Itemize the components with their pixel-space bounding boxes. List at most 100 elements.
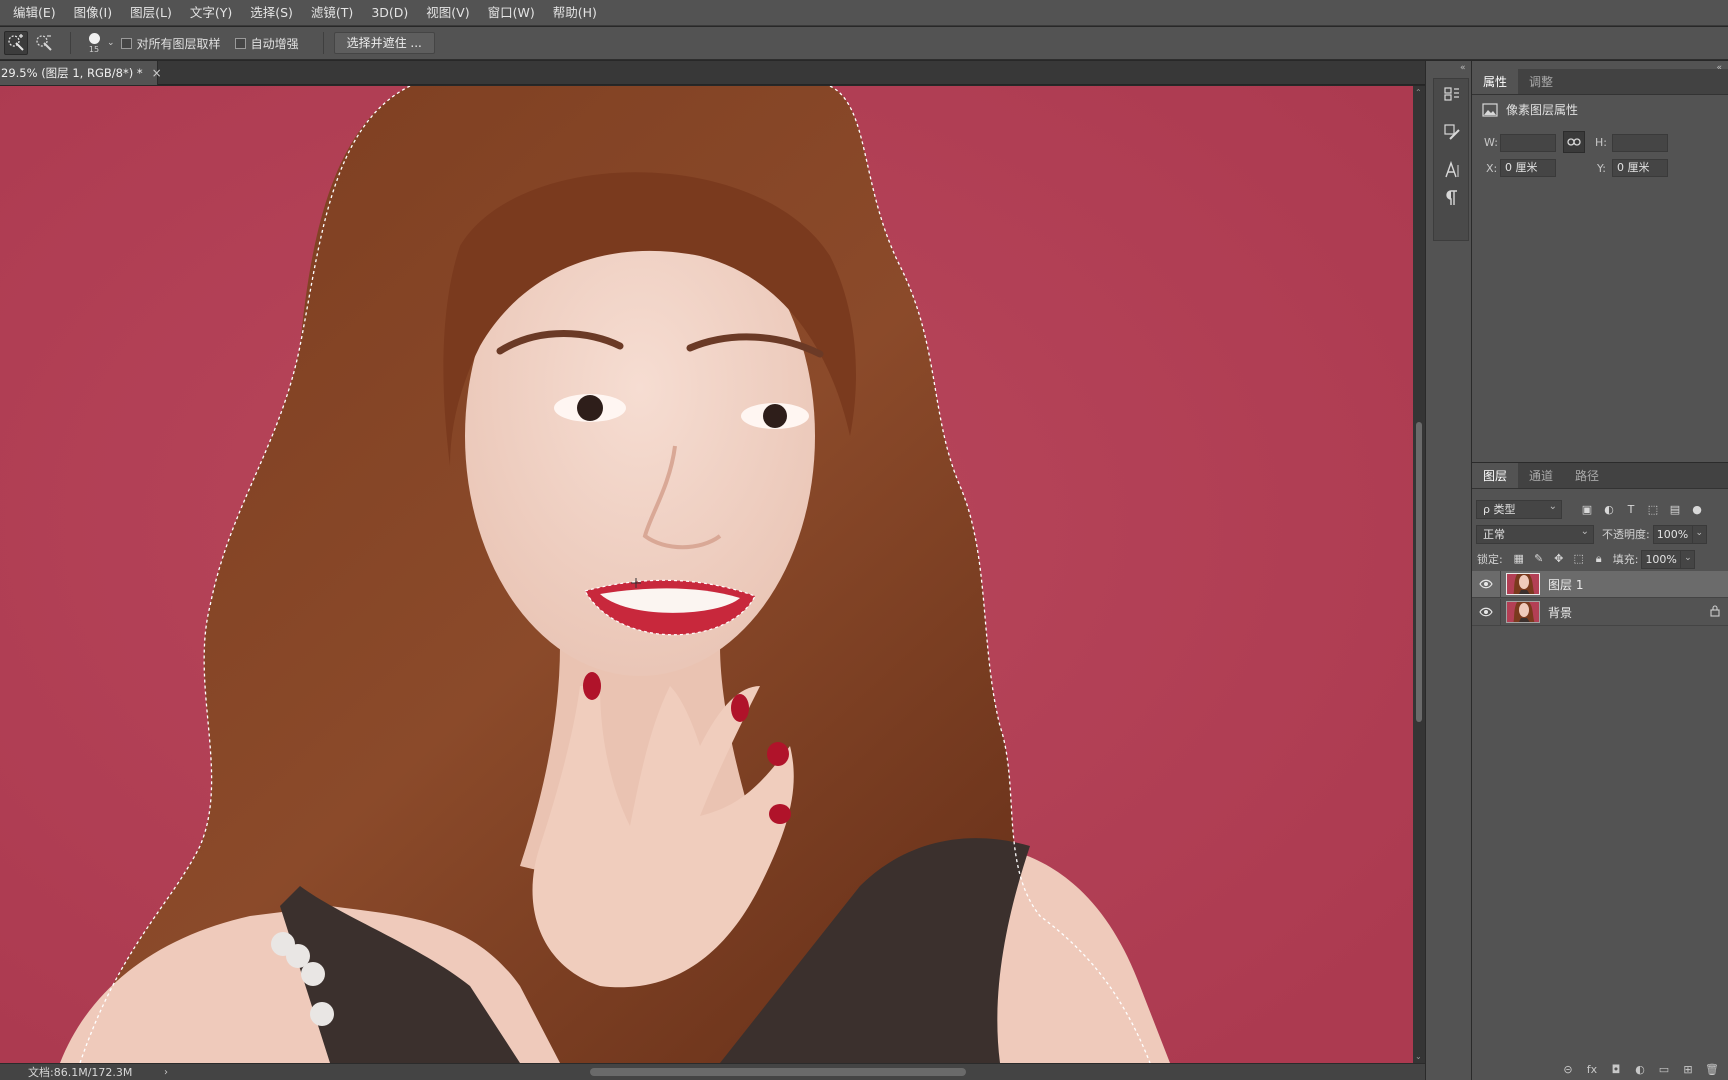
brush-size: 15 [88,44,100,54]
nail-shape [731,694,749,722]
history-icon [1444,87,1459,101]
quick-selection-subtract-button[interactable] [32,31,56,55]
height-field[interactable] [1612,134,1668,152]
horizontal-scrollbar[interactable] [180,1064,1411,1080]
tab-adjustments[interactable]: 调整 [1518,69,1564,94]
menu-3d[interactable]: 3D(D) [362,0,417,26]
sample-all-layers-option[interactable]: 对所有图层取样 [120,35,221,52]
link-layers-icon[interactable]: ⊝ [1556,1063,1580,1076]
layer-filter-icons: ▣ ◐ T ⬚ ▤ ● [1576,503,1708,516]
pearl-shape [301,962,325,986]
vertical-scroll-thumb[interactable] [1416,422,1422,722]
new-group-icon[interactable]: ▭ [1652,1063,1676,1076]
history-panel-button[interactable] [1434,85,1470,103]
document-tab[interactable]: 29.5% (图层 1, RGB/8*) * × [0,61,162,85]
filter-adjustment-icon[interactable]: ◐ [1598,503,1620,516]
trash-icon[interactable]: 🗑︎ [1700,1063,1724,1076]
status-menu-chevron-icon[interactable]: › [164,1067,180,1078]
lock-label: 锁定: [1477,553,1503,566]
collapse-panels-icon[interactable]: « [1460,63,1466,73]
nail-shape [583,672,601,700]
iris-shape [577,395,603,421]
menu-image[interactable]: 图像(I) [65,0,121,26]
filter-shape-icon[interactable]: ⬚ [1642,503,1664,516]
width-label: W: [1484,136,1498,149]
height-label: H: [1595,136,1607,149]
filter-smart-object-icon[interactable]: ▤ [1664,503,1686,516]
new-layer-icon[interactable]: ⊞ [1676,1063,1700,1076]
y-label: Y: [1597,162,1606,175]
sample-all-layers-label: 对所有图层取样 [136,36,221,51]
menu-type[interactable]: 文字(Y) [181,0,241,26]
menu-help[interactable]: 帮助(H) [544,0,606,26]
lock-transparent-icon[interactable]: ▦ [1509,552,1529,566]
horizontal-scroll-thumb[interactable] [590,1068,966,1076]
width-field[interactable] [1500,134,1556,152]
x-field[interactable]: 0 厘米 [1500,159,1556,177]
opacity-field[interactable]: 100% [1652,524,1693,544]
menu-window[interactable]: 窗口(W) [479,0,544,26]
quick-selection-add-button[interactable] [4,31,28,55]
canvas-area[interactable] [0,86,1413,1063]
opacity-label: 不透明度: [1602,528,1650,541]
y-field[interactable]: 0 厘米 [1612,159,1668,177]
add-mask-icon[interactable]: ◘ [1604,1063,1628,1076]
menu-edit[interactable]: 编辑(E) [4,0,65,26]
status-bar: 文档:86.1M/172.3M › [0,1063,1425,1080]
fill-field[interactable]: 100% [1641,549,1682,569]
blend-mode-dropdown[interactable]: 正常 [1476,523,1594,544]
sample-all-layers-checkbox[interactable] [120,37,132,49]
brush-picker[interactable]: 15 [83,32,105,54]
link-dimensions-button[interactable] [1563,131,1585,153]
auto-enhance-label: 自动增强 [250,36,299,51]
layer-filter-dropdown[interactable]: ρ 类型 [1476,498,1562,519]
visibility-toggle[interactable] [1472,607,1500,617]
menu-select[interactable]: 选择(S) [241,0,302,26]
fill-chevron-icon[interactable]: ⌄ [1681,549,1696,569]
layer-row[interactable]: 图层 1 [1472,570,1728,598]
options-bar: 15 ⌄ 对所有图层取样 自动增强 选择并遮住 ... [0,27,1728,60]
layer-name[interactable]: 图层 1 [1548,576,1710,593]
tab-layers[interactable]: 图层 [1472,463,1519,488]
x-label: X: [1486,162,1498,175]
character-panel-button[interactable] [1434,161,1470,179]
eye-icon [1479,607,1493,617]
scroll-down-icon[interactable]: ⌄ [1415,1052,1422,1061]
brush-picker-chevron-icon[interactable]: ⌄ [107,38,115,48]
options-divider [322,32,324,54]
tab-channels[interactable]: 通道 [1518,463,1564,488]
layer-divider [1500,598,1501,626]
menu-layer[interactable]: 图层(L) [121,0,181,26]
fill-label: 填充: [1612,553,1639,566]
tab-properties[interactable]: 属性 [1472,69,1519,94]
layer-thumbnail [1506,573,1540,595]
paragraph-panel-button[interactable] [1434,189,1470,207]
vertical-scrollbar[interactable]: ⌃ ⌄ [1413,86,1425,1063]
opacity-chevron-icon[interactable]: ⌄ [1692,524,1707,544]
tab-paths[interactable]: 路径 [1564,463,1610,488]
filter-toggle-icon[interactable]: ● [1686,503,1708,516]
lock-all-icon[interactable]: 🔒︎ [1589,552,1609,566]
new-adjustment-icon[interactable]: ◐ [1628,1063,1652,1076]
filter-type-icon[interactable]: T [1620,503,1642,516]
properties-tab-bar: 属性 调整 [1472,69,1728,95]
close-icon[interactable]: × [152,66,162,80]
auto-enhance-checkbox[interactable] [234,37,246,49]
lock-position-icon[interactable]: ✥ [1549,552,1569,566]
layer-row[interactable]: 背景 [1472,598,1728,626]
brush-settings-button[interactable] [1434,123,1470,141]
layer-name[interactable]: 背景 [1548,604,1710,621]
filter-pixel-icon[interactable]: ▣ [1576,503,1598,516]
layer-style-icon[interactable]: fx [1580,1063,1604,1076]
lock-artboard-icon[interactable]: ⬚ [1569,552,1589,566]
scroll-up-icon[interactable]: ⌃ [1415,88,1422,97]
link-icon [1567,138,1581,146]
menu-view[interactable]: 视图(V) [417,0,478,26]
lock-image-icon[interactable]: ✎ [1529,552,1549,566]
layer-thumbnail-image [1507,574,1539,594]
visibility-toggle[interactable] [1472,579,1500,589]
nail-shape [769,804,791,824]
menu-filter[interactable]: 滤镜(T) [302,0,362,26]
auto-enhance-option[interactable]: 自动增强 [234,35,299,52]
select-and-mask-button[interactable]: 选择并遮住 ... [333,32,435,54]
